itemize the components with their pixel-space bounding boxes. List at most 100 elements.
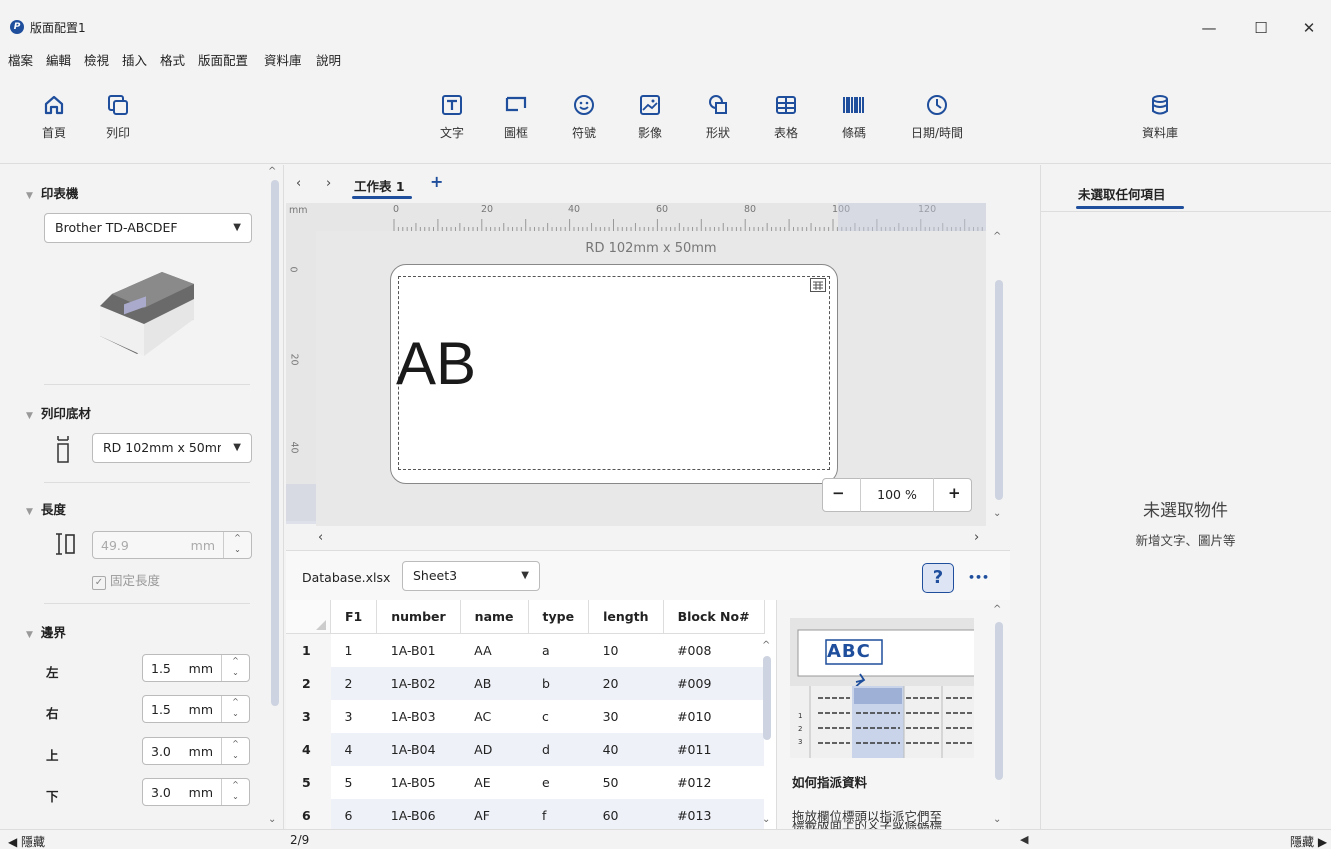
add-sheet-button[interactable]: + — [430, 172, 443, 191]
ruler-unit: mm — [289, 205, 308, 216]
table-row[interactable]: 1 1 1A-B01 AA a 10 #008 — [286, 633, 764, 667]
database-icon — [1132, 92, 1188, 118]
column-header-block[interactable]: Block No# — [663, 600, 765, 634]
corner-cell — [286, 600, 331, 634]
minimize-button[interactable]: — — [1186, 14, 1232, 42]
stepper-icon[interactable]: ^ ⌄ — [223, 532, 251, 558]
svg-text:3: 3 — [798, 738, 802, 746]
column-header-name[interactable]: name — [460, 600, 529, 634]
frame-button[interactable]: 圖框 — [488, 92, 544, 141]
menu-view[interactable]: 檢視 — [84, 50, 109, 69]
table-mini-icon[interactable] — [810, 278, 826, 292]
right-tab-indicator — [1076, 206, 1184, 209]
image-icon — [622, 92, 678, 118]
close-button[interactable]: ✕ — [1286, 14, 1331, 42]
length-section-header[interactable]: ▼ 長度 — [26, 499, 66, 518]
margin-bottom-input[interactable]: 3.0 mm ^ ⌄ — [142, 778, 250, 806]
datetime-button[interactable]: 日期/時間 — [902, 92, 972, 141]
database-table[interactable]: F1 number name type length Block No# 111… — [286, 600, 776, 832]
collapse-icon: ▼ — [26, 191, 33, 201]
column-header-number[interactable]: number — [376, 600, 461, 634]
canvas-scroll-down-icon[interactable]: ⌄ — [993, 508, 1001, 519]
table-row[interactable]: 5 5 1A-B05 AE e 50 #012 — [286, 765, 764, 799]
table-row[interactable]: 4 4 1A-B04 AD d 40 #011 — [286, 732, 765, 766]
column-header-length[interactable]: length — [588, 600, 664, 634]
database-button[interactable]: 資料庫 — [1132, 92, 1188, 141]
table-scroll-down-icon[interactable]: ⌄ — [762, 814, 770, 825]
table-vscrollbar[interactable] — [763, 656, 771, 740]
column-header-f1[interactable]: F1 — [330, 600, 378, 634]
canvas-scroll-right-icon[interactable]: › — [974, 530, 979, 545]
print-button[interactable]: 列印 — [90, 92, 146, 141]
table-row[interactable]: 3 3 1A-B03 AC c 30 #010 — [286, 699, 764, 733]
help-scroll-up-icon[interactable]: ^ — [993, 604, 1001, 615]
help-scroll-down-icon[interactable]: ⌄ — [993, 814, 1001, 825]
printer-section-header[interactable]: ▼ 印表機 — [26, 183, 78, 202]
stepper-icon[interactable]: ^ ⌄ — [221, 655, 249, 681]
column-header-type[interactable]: type — [528, 600, 590, 634]
margin-section-header[interactable]: ▼ 邊界 — [26, 622, 66, 641]
hide-left-panel-button[interactable]: ◀ 隱藏 — [8, 833, 45, 849]
symbol-button[interactable]: 符號 — [556, 92, 612, 141]
menu-format[interactable]: 格式 — [160, 50, 185, 69]
table-scroll-up-icon[interactable]: ^ — [762, 640, 770, 651]
stepper-icon[interactable]: ^ ⌄ — [221, 738, 249, 764]
zoom-in-button[interactable]: + — [948, 484, 961, 502]
window-title: 版面配置1 — [30, 21, 86, 35]
left-panel-scrollbar[interactable] — [271, 180, 279, 706]
margin-left-label: 左 — [46, 665, 59, 680]
scroll-up-icon[interactable]: ^ — [268, 166, 276, 177]
label-text-object[interactable]: AB — [396, 334, 476, 394]
margin-top-input[interactable]: 3.0 mm ^ ⌄ — [142, 737, 250, 765]
maximize-button[interactable]: ☐ — [1238, 14, 1284, 42]
zoom-out-button[interactable]: − — [832, 484, 845, 502]
canvas-scroll-left-icon[interactable]: ‹ — [318, 530, 323, 545]
media-size-label: RD 102mm x 50mm — [585, 241, 717, 256]
table-row[interactable]: 2 2 1A-B02 AB b 20 #009 — [286, 666, 765, 700]
table-button[interactable]: 表格 — [758, 92, 814, 141]
media-roll-icon — [56, 434, 70, 463]
stepper-icon[interactable]: ^ ⌄ — [221, 696, 249, 722]
help-button[interactable]: ? — [922, 563, 954, 593]
more-options-button[interactable]: ••• — [968, 571, 989, 584]
canvas-vscrollbar[interactable] — [995, 280, 1003, 500]
length-input[interactable]: 49.9 mm ^ ⌄ — [92, 531, 252, 559]
tab-sheet-1[interactable]: 工作表 1 — [354, 176, 405, 195]
printer-select[interactable]: Brother TD-ABCDEF ▼ — [44, 213, 252, 243]
scroll-down-icon[interactable]: ⌄ — [268, 814, 276, 825]
hide-right-panel-button[interactable]: 隱藏 ▶ — [1290, 833, 1327, 849]
menu-file[interactable]: 檔案 — [8, 50, 33, 69]
table-row[interactable]: 6 6 1A-B06 AF f 60 #013 — [286, 798, 765, 832]
media-select[interactable]: RD 102mm x 50mm ▼ — [92, 433, 252, 463]
help-text-2: 標籤版面上的文字或條碼標 — [792, 822, 942, 829]
menu-database[interactable]: 資料庫 — [264, 50, 302, 69]
smiley-icon — [556, 92, 612, 118]
sheet-select[interactable]: Sheet3 ▼ — [402, 561, 540, 591]
collapse-right-icon[interactable]: ◀ — [1020, 833, 1028, 846]
text-button[interactable]: 文字 — [424, 92, 480, 141]
canvas-scroll-up-icon[interactable]: ^ — [993, 231, 1001, 242]
menu-help[interactable]: 說明 — [316, 50, 341, 69]
margin-top-label: 上 — [46, 748, 59, 763]
print-icon — [90, 92, 146, 118]
menu-layout[interactable]: 版面配置 — [198, 50, 248, 69]
barcode-icon — [826, 92, 882, 118]
shape-button[interactable]: 形狀 — [690, 92, 746, 141]
tab-prev-icon[interactable]: ‹ — [296, 176, 301, 191]
image-button[interactable]: 影像 — [622, 92, 678, 141]
frame-icon — [488, 92, 544, 118]
tab-next-icon[interactable]: › — [326, 176, 331, 191]
margin-left-input[interactable]: 1.5 mm ^ ⌄ — [142, 654, 250, 682]
help-vscrollbar[interactable] — [995, 622, 1003, 780]
zoom-level[interactable]: 100 % — [860, 478, 934, 512]
clock-icon — [902, 92, 972, 118]
tab-no-selection[interactable]: 未選取任何項目 — [1078, 184, 1166, 203]
stepper-icon[interactable]: ^ ⌄ — [221, 779, 249, 805]
menu-edit[interactable]: 編輯 — [46, 50, 71, 69]
margin-right-input[interactable]: 1.5 mm ^ ⌄ — [142, 695, 250, 723]
media-section-header[interactable]: ▼ 列印底材 — [26, 403, 91, 422]
barcode-button[interactable]: 條碼 — [826, 92, 882, 141]
home-button[interactable]: 首頁 — [26, 92, 82, 141]
fixed-length-checkbox[interactable]: ✓ 固定長度 — [92, 570, 160, 590]
menu-insert[interactable]: 插入 — [122, 50, 147, 69]
